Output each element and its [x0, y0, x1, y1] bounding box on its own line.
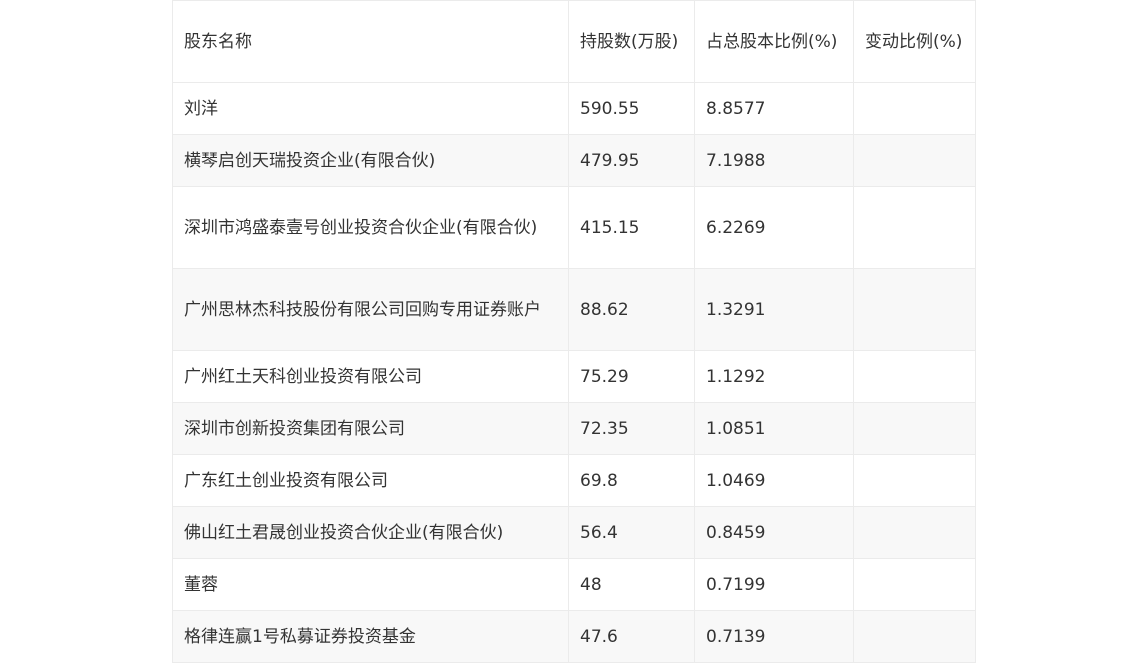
cell-name: 广州红土天科创业投资有限公司 [172, 350, 569, 403]
table-row: 横琴启创天瑞投资企业(有限合伙) 479.95 7.1988 [172, 134, 976, 187]
cell-shares: 56.4 [568, 506, 695, 559]
table-row: 佛山红土君晟创业投资合伙企业(有限合伙) 56.4 0.8459 [172, 506, 976, 559]
cell-ratio: 0.8459 [694, 506, 854, 559]
cell-ratio: 0.7139 [694, 610, 854, 663]
cell-name: 深圳市鸿盛泰壹号创业投资合伙企业(有限合伙) [172, 186, 569, 269]
header-shareholder-name: 股东名称 [172, 0, 569, 83]
cell-change [853, 454, 976, 507]
cell-name: 董蓉 [172, 558, 569, 611]
cell-shares: 48 [568, 558, 695, 611]
cell-shares: 47.6 [568, 610, 695, 663]
cell-name: 横琴启创天瑞投资企业(有限合伙) [172, 134, 569, 187]
cell-change [853, 186, 976, 269]
cell-shares: 590.55 [568, 82, 695, 135]
cell-shares: 88.62 [568, 268, 695, 351]
table-row: 深圳市创新投资集团有限公司 72.35 1.0851 [172, 402, 976, 455]
cell-change [853, 134, 976, 187]
header-share-ratio: 占总股本比例(%) [694, 0, 854, 83]
cell-ratio: 7.1988 [694, 134, 854, 187]
cell-ratio: 1.3291 [694, 268, 854, 351]
cell-name: 广东红土创业投资有限公司 [172, 454, 569, 507]
table-row: 广州红土天科创业投资有限公司 75.29 1.1292 [172, 350, 976, 403]
cell-ratio: 0.7199 [694, 558, 854, 611]
cell-ratio: 8.8577 [694, 82, 854, 135]
shareholders-table: 股东名称 持股数(万股) 占总股本比例(%) 变动比例(%) 刘洋 590.55… [172, 0, 976, 663]
cell-name: 深圳市创新投资集团有限公司 [172, 402, 569, 455]
cell-name: 刘洋 [172, 82, 569, 135]
table-row: 刘洋 590.55 8.8577 [172, 82, 976, 135]
cell-shares: 72.35 [568, 402, 695, 455]
table-row: 董蓉 48 0.7199 [172, 558, 976, 611]
cell-change [853, 558, 976, 611]
cell-ratio: 1.1292 [694, 350, 854, 403]
table-row: 广东红土创业投资有限公司 69.8 1.0469 [172, 454, 976, 507]
table-row: 格律连赢1号私募证券投资基金 47.6 0.7139 [172, 610, 976, 663]
cell-name: 佛山红土君晟创业投资合伙企业(有限合伙) [172, 506, 569, 559]
cell-ratio: 1.0851 [694, 402, 854, 455]
cell-change [853, 82, 976, 135]
cell-shares: 415.15 [568, 186, 695, 269]
cell-name: 广州思林杰科技股份有限公司回购专用证券账户 [172, 268, 569, 351]
cell-ratio: 1.0469 [694, 454, 854, 507]
cell-change [853, 610, 976, 663]
cell-change [853, 402, 976, 455]
table-row: 广州思林杰科技股份有限公司回购专用证券账户 88.62 1.3291 [172, 268, 976, 351]
cell-shares: 479.95 [568, 134, 695, 187]
header-change-ratio: 变动比例(%) [853, 0, 976, 83]
shareholders-table-container: 股东名称 持股数(万股) 占总股本比例(%) 变动比例(%) 刘洋 590.55… [172, 0, 976, 663]
cell-name: 格律连赢1号私募证券投资基金 [172, 610, 569, 663]
cell-change [853, 268, 976, 351]
cell-change [853, 506, 976, 559]
cell-change [853, 350, 976, 403]
cell-shares: 75.29 [568, 350, 695, 403]
cell-shares: 69.8 [568, 454, 695, 507]
table-row: 深圳市鸿盛泰壹号创业投资合伙企业(有限合伙) 415.15 6.2269 [172, 186, 976, 269]
table-header-row: 股东名称 持股数(万股) 占总股本比例(%) 变动比例(%) [172, 0, 976, 83]
cell-ratio: 6.2269 [694, 186, 854, 269]
header-shares-held: 持股数(万股) [568, 0, 695, 83]
